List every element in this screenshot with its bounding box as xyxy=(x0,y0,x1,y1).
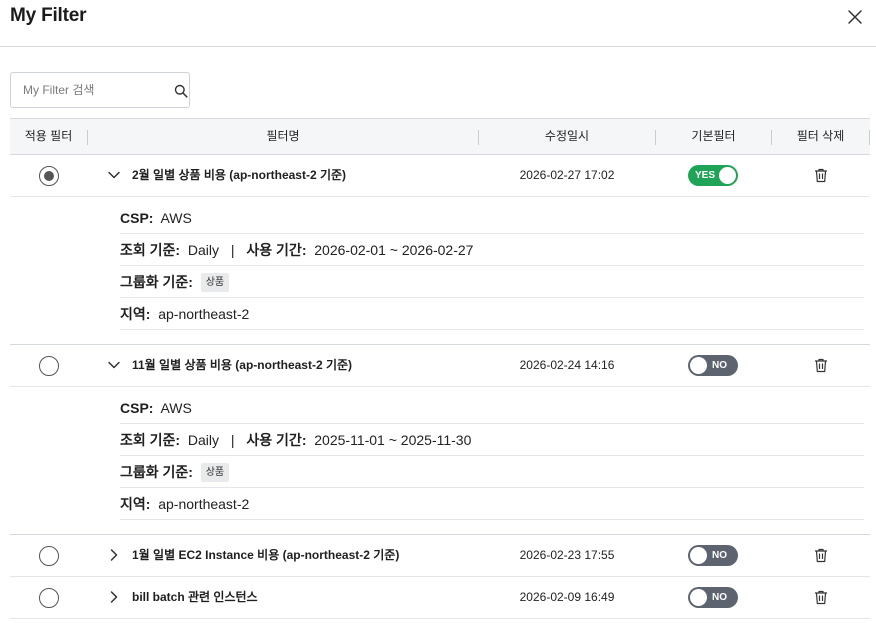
default-filter-toggle[interactable]: NO xyxy=(688,545,738,566)
default-filter-toggle[interactable]: NO xyxy=(688,355,738,376)
detail-label: 그룹화 기준: xyxy=(120,464,193,480)
trash-icon[interactable] xyxy=(814,590,828,605)
chevron-down-icon[interactable] xyxy=(107,168,121,182)
search-input[interactable] xyxy=(12,74,157,106)
close-icon[interactable] xyxy=(846,8,864,26)
detail-label: 사용 기간: xyxy=(246,432,307,448)
filter-detail: CSP: AWS 조회 기준: Daily | 사용 기간: 2026-02-0… xyxy=(10,197,870,345)
detail-value: ap-northeast-2 xyxy=(158,496,250,512)
chevron-right-icon[interactable] xyxy=(107,548,121,562)
detail-label: 사용 기간: xyxy=(246,242,307,258)
dialog-title: My Filter xyxy=(10,5,87,26)
chevron-down-icon[interactable] xyxy=(107,358,121,372)
detail-label: 조회 기준: xyxy=(120,432,181,448)
detail-query: 조회 기준: Daily | 사용 기간: 2025-11-01 ~ 2025-… xyxy=(120,424,864,456)
detail-region: 지역: ap-northeast-2 xyxy=(120,488,864,520)
header-default-filter: 기본필터 xyxy=(691,129,736,143)
toggle-knob xyxy=(690,589,707,606)
detail-label: 그룹화 기준: xyxy=(120,274,193,290)
trash-icon[interactable] xyxy=(814,358,828,373)
filter-name[interactable]: bill batch 관련 인스턴스 xyxy=(132,577,258,617)
detail-group: 그룹화 기준: 상품 xyxy=(120,456,864,488)
apply-filter-radio[interactable] xyxy=(39,166,59,186)
detail-value: AWS xyxy=(160,210,192,226)
modified-date: 2026-02-09 16:49 xyxy=(519,590,615,604)
filter-table: 적용 필터 필터명 수정일시 기본필터 필터 삭제 2월 일별 상품 비용 (a… xyxy=(10,118,870,619)
apply-filter-radio[interactable] xyxy=(39,546,59,566)
toggle-knob xyxy=(690,357,707,374)
detail-value: Daily xyxy=(187,242,219,258)
trash-icon[interactable] xyxy=(814,548,828,563)
header-filter-name: 필터명 xyxy=(266,129,300,143)
header-applied-filter: 적용 필터 xyxy=(24,129,73,143)
header-delete: 필터 삭제 xyxy=(796,129,845,143)
header-divider xyxy=(869,130,870,145)
group-badge: 상품 xyxy=(200,462,230,482)
group-badge: 상품 xyxy=(200,272,230,292)
detail-separator: | xyxy=(230,432,235,448)
filter-name[interactable]: 2월 일별 상품 비용 (ap-northeast-2 기준) xyxy=(132,155,346,195)
toggle-label: NO xyxy=(712,360,727,371)
search-icon[interactable] xyxy=(174,84,188,98)
toggle-knob xyxy=(719,167,736,184)
detail-csp: CSP: AWS xyxy=(120,392,864,424)
table-row: 2월 일별 상품 비용 (ap-northeast-2 기준) 2026-02-… xyxy=(10,155,870,197)
dialog-header: My Filter xyxy=(0,0,876,47)
detail-group: 그룹화 기준: 상품 xyxy=(120,266,864,298)
table-row: 11월 일별 상품 비용 (ap-northeast-2 기준) 2026-02… xyxy=(10,345,870,387)
search-box xyxy=(10,72,190,108)
table-row: 1월 일별 EC2 Instance 비용 (ap-northeast-2 기준… xyxy=(10,535,870,577)
detail-label: CSP: xyxy=(120,210,154,226)
detail-separator: | xyxy=(230,242,235,258)
detail-label: 지역: xyxy=(120,306,151,322)
modified-date: 2026-02-27 17:02 xyxy=(519,168,615,182)
detail-value: 2025-11-01 ~ 2025-11-30 xyxy=(314,432,472,448)
chevron-right-icon[interactable] xyxy=(107,590,121,604)
toggle-label: YES xyxy=(695,170,716,181)
default-filter-toggle[interactable]: YES xyxy=(688,165,738,186)
modified-date: 2026-02-24 14:16 xyxy=(519,358,615,372)
detail-label: CSP: xyxy=(120,400,154,416)
detail-csp: CSP: AWS xyxy=(120,202,864,234)
modified-date: 2026-02-23 17:55 xyxy=(519,548,615,562)
apply-filter-radio[interactable] xyxy=(39,356,59,376)
detail-region: 지역: ap-northeast-2 xyxy=(120,298,864,330)
filter-detail: CSP: AWS 조회 기준: Daily | 사용 기간: 2025-11-0… xyxy=(10,387,870,535)
default-filter-toggle[interactable]: NO xyxy=(688,587,738,608)
detail-value: Daily xyxy=(187,432,219,448)
detail-value: ap-northeast-2 xyxy=(158,306,250,322)
detail-value: 2026-02-01 ~ 2026-02-27 xyxy=(314,242,474,258)
filter-name[interactable]: 1월 일별 EC2 Instance 비용 (ap-northeast-2 기준… xyxy=(132,535,399,575)
detail-label: 조회 기준: xyxy=(120,242,181,258)
filter-name[interactable]: 11월 일별 상품 비용 (ap-northeast-2 기준) xyxy=(132,345,352,385)
table-row: bill batch 관련 인스턴스 2026-02-09 16:49 NO xyxy=(10,577,870,619)
header-modified: 수정일시 xyxy=(544,129,590,143)
detail-query: 조회 기준: Daily | 사용 기간: 2026-02-01 ~ 2026-… xyxy=(120,234,864,266)
trash-icon[interactable] xyxy=(814,168,828,183)
toggle-label: NO xyxy=(712,550,727,561)
toggle-label: NO xyxy=(712,592,727,603)
detail-label: 지역: xyxy=(120,496,151,512)
table-header: 적용 필터 필터명 수정일시 기본필터 필터 삭제 xyxy=(10,118,870,155)
toggle-knob xyxy=(690,547,707,564)
detail-value: AWS xyxy=(160,400,192,416)
apply-filter-radio[interactable] xyxy=(39,588,59,608)
